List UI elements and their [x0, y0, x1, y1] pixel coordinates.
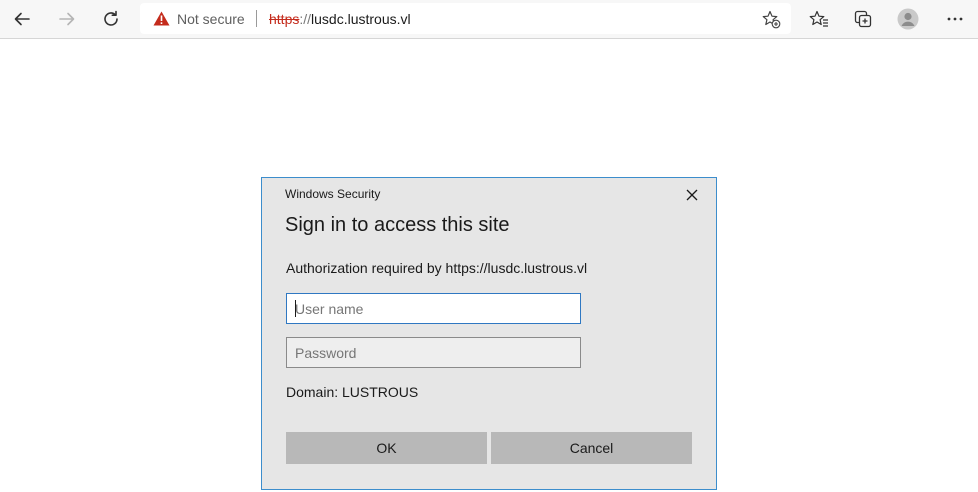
refresh-icon	[104, 10, 118, 26]
profile-button[interactable]	[894, 5, 922, 33]
dialog-heading: Sign in to access this site	[285, 214, 510, 236]
back-button[interactable]	[8, 5, 36, 33]
url-separator: ://	[299, 11, 312, 27]
add-favorite-icon[interactable]	[761, 9, 781, 29]
more-button[interactable]	[941, 5, 969, 33]
cancel-button[interactable]: Cancel	[491, 432, 692, 464]
collections-icon	[854, 10, 872, 28]
authorization-text: Authorization required by https://lusdc.…	[286, 260, 588, 276]
text-cursor	[295, 300, 296, 317]
forward-button[interactable]	[53, 5, 81, 33]
url-host: lusdc.lustrous.vl	[311, 11, 411, 27]
forward-arrow-icon	[59, 12, 75, 26]
browser-toolbar: Not secure https://lusdc.lustrous.vl	[0, 0, 978, 39]
favorites-button[interactable]	[805, 5, 833, 33]
dialog-close-button[interactable]	[683, 186, 701, 204]
address-divider	[256, 10, 257, 27]
windows-security-dialog: Windows Security Sign in to access this …	[261, 177, 717, 490]
url-text[interactable]: https://lusdc.lustrous.vl	[269, 11, 411, 27]
not-secure-label[interactable]: Not secure	[177, 11, 245, 27]
ok-button[interactable]: OK	[286, 432, 487, 464]
profile-icon	[897, 8, 919, 30]
dialog-window-title: Windows Security	[285, 187, 381, 201]
url-scheme: https	[269, 11, 300, 27]
refresh-button[interactable]	[97, 5, 125, 33]
more-icon	[947, 17, 963, 21]
username-field[interactable]	[286, 293, 581, 324]
close-icon	[686, 189, 698, 201]
collections-button[interactable]	[849, 5, 877, 33]
back-arrow-icon	[14, 12, 30, 26]
domain-label: Domain: LUSTROUS	[286, 384, 419, 400]
warning-icon[interactable]	[153, 11, 170, 26]
address-bar[interactable]: Not secure https://lusdc.lustrous.vl	[140, 3, 791, 34]
password-field[interactable]	[286, 337, 581, 368]
favorites-icon	[809, 10, 828, 27]
